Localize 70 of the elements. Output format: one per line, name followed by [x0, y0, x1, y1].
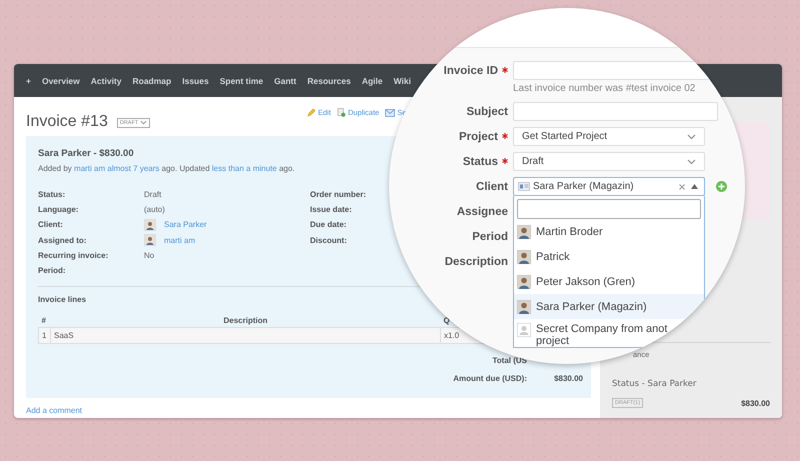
column-header: #	[38, 313, 50, 328]
invoice-heading: Sara Parker - $830.00	[38, 148, 135, 159]
invoice-title: Invoice #13	[26, 112, 108, 130]
nav-link[interactable]: Overview	[42, 76, 80, 86]
chevron-icon	[687, 134, 696, 140]
nav-link[interactable]: +	[26, 76, 31, 86]
attribute-label: Client:	[38, 220, 64, 230]
avatar-icon	[144, 218, 156, 231]
attribute-label: Status:	[38, 190, 66, 200]
contact-card-icon	[518, 182, 530, 191]
attribute-label: Due date:	[310, 220, 348, 230]
field-label: Assignee	[456, 206, 508, 218]
caret-icon	[140, 120, 148, 125]
add-icon[interactable]	[716, 181, 727, 192]
section-heading: Invoice lines	[38, 295, 88, 304]
envelope-icon	[385, 108, 396, 116]
table-cell: SaaS	[50, 328, 440, 344]
attribute-value: (auto)	[144, 205, 165, 214]
field-label: Client	[476, 180, 508, 192]
input-field[interactable]	[513, 102, 718, 121]
attribute-label: Order number:	[310, 190, 366, 200]
nav-link[interactable]: Issues	[182, 76, 209, 86]
nav-link[interactable]: Roadmap	[132, 76, 172, 86]
avatar-icon	[144, 234, 156, 246]
attribute-label: Recurring invoice:	[38, 250, 110, 260]
search-field[interactable]	[517, 199, 701, 219]
amount-due-label: Amount due (USD):	[452, 374, 527, 384]
client-select[interactable]: Sara Parker (Magazin)	[513, 177, 705, 196]
chevron-icon	[687, 158, 696, 164]
pencil-icon	[307, 108, 316, 117]
select-field[interactable]: Get Started Project	[513, 127, 705, 146]
nav-link[interactable]: Agile	[362, 76, 383, 86]
dropdown-option[interactable]: Sara Parker (Magazin)	[514, 294, 704, 319]
field-label: Project	[459, 130, 498, 142]
dropdown-option[interactable]: Patrick	[514, 244, 704, 269]
dropdown-option[interactable]: Peter Jakson (Gren)	[514, 269, 704, 294]
nav-link[interactable]: Activity	[90, 76, 122, 86]
caret-up-icon	[691, 184, 698, 189]
avatar-icon	[517, 275, 531, 289]
field-label: Description	[444, 256, 508, 268]
clear-icon[interactable]	[679, 184, 685, 190]
select-field[interactable]: Draft	[513, 152, 705, 171]
attribute-value: No	[144, 250, 154, 260]
nav-link[interactable]: Gantt	[274, 76, 296, 86]
attribute-label: Issue date:	[310, 205, 353, 214]
nav-link[interactable]: Spent time	[220, 76, 264, 86]
entry-title: Status - Sara Parker	[612, 379, 698, 389]
nav-link[interactable]: Wiki	[394, 76, 412, 86]
field-hint: Last invoice number was #test invoice 02	[513, 83, 696, 95]
table-cell: 1	[38, 328, 50, 344]
document-plus-icon	[336, 108, 346, 117]
attribute-label: Discount:	[310, 236, 348, 245]
entry-amount: $830.00	[741, 398, 770, 408]
avatar-icon	[517, 250, 531, 264]
avatar-placeholder-icon	[517, 323, 531, 337]
column-header: Description	[50, 313, 440, 328]
field-label: Status	[462, 156, 498, 168]
avatar-icon	[517, 225, 531, 239]
add-comment-link[interactable]: Add a comment	[26, 406, 591, 415]
attribute-value: Draft	[144, 190, 162, 200]
field-label: Subject	[466, 106, 508, 118]
field-label: Period	[472, 230, 508, 242]
field-label: Invoice ID	[444, 64, 498, 76]
attribute-label: Assigned to:	[38, 236, 88, 245]
attribute-label: Period:	[38, 266, 67, 276]
nav-link[interactable]: Resources	[307, 76, 351, 86]
amount-due-value: $830.00	[553, 374, 583, 384]
attribute-label: Language:	[38, 205, 80, 214]
dropdown-option[interactable]: Martin Broder	[514, 219, 704, 244]
avatar-icon	[517, 300, 531, 314]
